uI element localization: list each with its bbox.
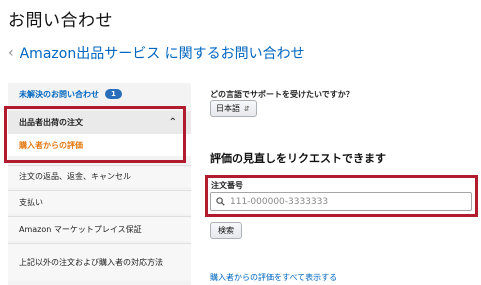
breadcrumb-back-link[interactable]: ‹ Amazon出品サービス に関するお問い合わせ: [8, 43, 305, 63]
chevron-left-icon: ‹: [8, 45, 14, 61]
highlight-box-sidebar: [4, 106, 186, 163]
language-select[interactable]: 日本語 ⇵: [210, 100, 257, 117]
language-select-value: 日本語: [216, 104, 240, 113]
breadcrumb-label: Amazon出品サービス に関するお問い合わせ: [19, 46, 305, 62]
sidebar-item-guarantee[interactable]: Amazon マーケットプレイス保証: [8, 216, 191, 241]
count-badge: 1: [105, 89, 122, 99]
sidebar-item-other-orders[interactable]: 上記以外の注文および購入者の対応方法: [8, 243, 191, 281]
highlight-box-order: [205, 175, 478, 217]
sidebar-item-unresolved[interactable]: 未解決のお問い合わせ 1: [8, 83, 191, 105]
updown-arrows-icon: ⇵: [244, 104, 250, 113]
sidebar-item-label: 未解決のお問い合わせ: [19, 89, 99, 99]
page-title: お問い合わせ: [8, 11, 113, 31]
sidebar-item-label: 上記以外の注文および購入者の対応方法: [19, 258, 163, 267]
sidebar-item-payments[interactable]: 支払い: [8, 190, 191, 214]
sidebar-item-label: 注文の返品、返金、キャンセル: [19, 172, 131, 181]
view-all-feedback-link[interactable]: 購入者からの評価をすべて表示する: [210, 272, 337, 283]
language-question: どの言語でサポートを受けたいですか？: [210, 90, 354, 99]
search-button[interactable]: 検索: [210, 222, 242, 239]
section-heading: 評価の見直しをリクエストできます: [210, 152, 386, 165]
sidebar-item-label: 支払い: [19, 198, 43, 207]
sidebar-item-returns[interactable]: 注文の返品、返金、キャンセル: [8, 165, 191, 187]
sidebar-item-label: Amazon マーケットプレイス保証: [19, 224, 142, 234]
